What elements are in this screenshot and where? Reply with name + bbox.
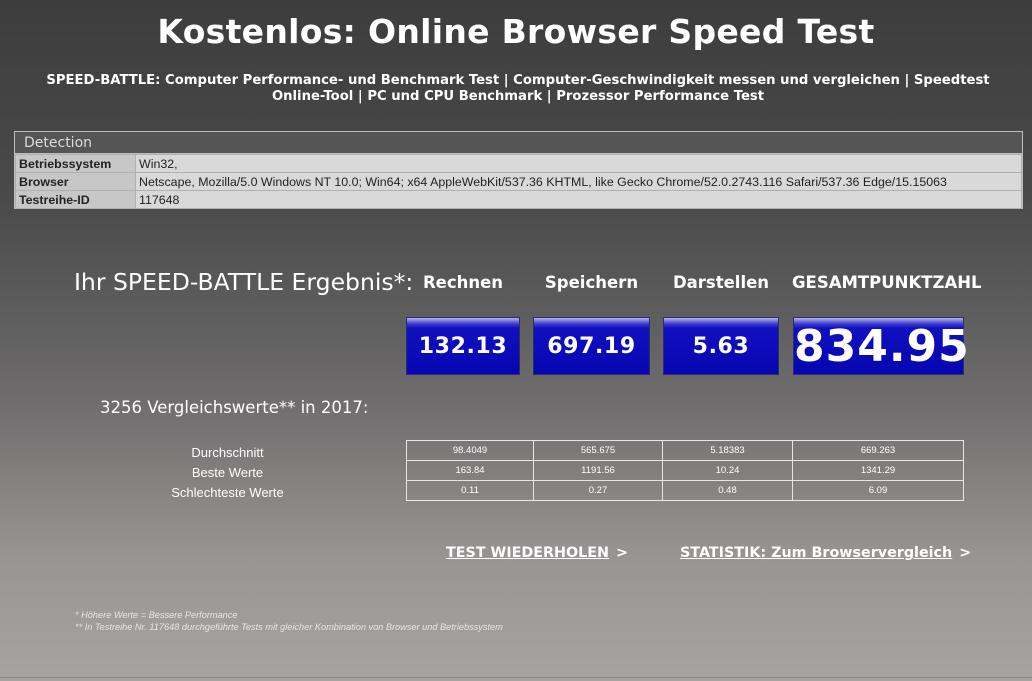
score-darstellen: 5.63 [692,334,750,359]
score-box-gesamt: 834.95 [793,317,970,375]
comparison-labels: Durchschnitt Beste Werte Schlechteste We… [150,443,305,503]
table-row: 98.4049 565.675 5.18383 669.263 [406,440,964,461]
footnotes: * Höhere Werte = Bessere Performance ** … [75,609,503,633]
test-id-label: Testreihe-ID [15,190,136,209]
table-row: 163.84 1191.56 10.24 1341.29 [406,460,964,481]
table-row: Testreihe-ID 117648 [15,190,1022,209]
table-cell: 10.24 [662,460,793,481]
score-box-rechnen: 132.13 [406,317,520,375]
chevron-right-icon: > [959,545,972,561]
divider [0,677,1032,678]
table-cell: 669.263 [792,440,964,461]
table-cell: 6.09 [792,480,964,501]
footnote-1: * Höhere Werte = Bessere Performance [75,610,238,620]
table-cell: 5.18383 [662,440,793,461]
col-head-rechnen: Rechnen [422,273,504,292]
score-rechnen: 132.13 [418,334,508,359]
table-cell: 565.675 [533,440,663,461]
repeat-test-link[interactable]: TEST WIEDERHOLEN > [446,545,628,561]
comparison-title: 3256 Vergleichswerte** in 2017: [100,398,369,417]
col-head-speichern: Speichern [544,273,639,292]
detection-heading: Detection [15,132,1022,154]
table-cell: 0.11 [406,480,534,501]
table-cell: 0.48 [662,480,793,501]
score-box-darstellen: 5.63 [663,317,779,375]
row-label-schlechteste: Schlechteste Werte [171,485,284,500]
statistics-link[interactable]: STATISTIK: Zum Browservergleich > [680,545,971,561]
score-gesamt: 834.95 [794,321,970,372]
result-title: Ihr SPEED-BATTLE Ergebnis*: [74,268,414,296]
row-label-durchschnitt: Durchschnitt [191,445,264,460]
browser-value: Netscape, Mozilla/5.0 Windows NT 10.0; W… [135,172,1022,191]
comparison-table: 98.4049 565.675 5.18383 669.263 163.84 1… [406,440,964,501]
table-cell: 0.27 [533,480,663,501]
browser-label: Browser [15,172,136,191]
test-id-value: 117648 [135,190,1022,209]
table-cell: 98.4049 [406,440,534,461]
table-row: 0.11 0.27 0.48 6.09 [406,480,964,501]
repeat-test-label[interactable]: TEST WIEDERHOLEN [446,545,609,561]
score-speichern: 697.19 [547,334,636,359]
footnote-2: ** In Testreihe Nr. 117648 durchgeführte… [75,622,503,632]
chevron-right-icon: > [616,545,628,561]
os-value: Win32, [135,154,1022,173]
detection-table: Betriebssystem Win32, Browser Netscape, … [15,154,1022,209]
page-title: Kostenlos: Online Browser Speed Test [157,12,875,51]
table-cell: 1191.56 [533,460,663,481]
detection-panel: Detection Betriebssystem Win32, Browser … [14,131,1023,209]
table-row: Betriebssystem Win32, [15,154,1022,173]
page-subtitle: SPEED-BATTLE: Computer Performance- und … [46,73,990,104]
score-box-speichern: 697.19 [533,317,650,375]
table-row: Browser Netscape, Mozilla/5.0 Windows NT… [15,172,1022,191]
statistics-label[interactable]: STATISTIK: Zum Browservergleich [680,545,952,561]
col-head-darstellen: Darstellen [672,273,770,292]
row-label-beste: Beste Werte [191,465,264,480]
os-label: Betriebssystem [15,154,136,173]
col-head-gesamt: GESAMTPUNKTZAHL [792,273,982,292]
table-cell: 1341.29 [792,460,964,481]
table-cell: 163.84 [406,460,534,481]
